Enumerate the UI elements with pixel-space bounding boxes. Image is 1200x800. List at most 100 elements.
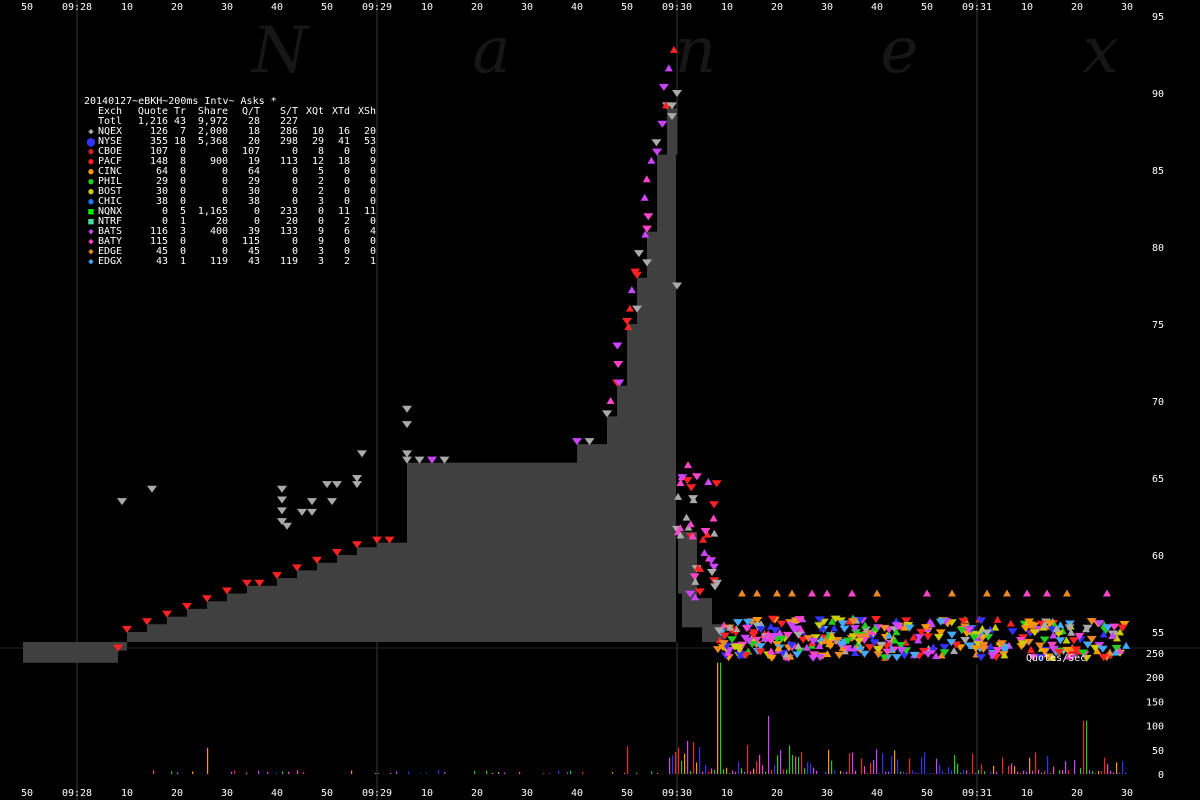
x-tick-label-bottom: 50: [621, 788, 633, 799]
volume-bar: [1020, 772, 1022, 774]
header-xqt: XQt: [305, 106, 324, 117]
volume-bar: [711, 768, 713, 774]
volume-bar: [651, 771, 653, 774]
quote-marker: [633, 250, 644, 258]
volume-bar: [894, 750, 896, 774]
volume-bar: [1089, 770, 1091, 774]
volume-bar: [882, 753, 884, 774]
volume-bar: [492, 773, 494, 774]
stat-value: 119: [279, 256, 298, 267]
volume-bar: [1017, 771, 1019, 774]
volume-bar: [1059, 770, 1061, 774]
volume-bar: [795, 756, 797, 774]
volume-bar: [1041, 772, 1043, 774]
volume-bar: [753, 768, 755, 774]
volume-bar: [231, 771, 233, 774]
quote-marker: [372, 536, 382, 544]
x-tick-label-top: 50: [321, 2, 333, 13]
volume-bar: [699, 747, 701, 774]
volume-bar: [1122, 761, 1124, 774]
volume-bar: [1119, 772, 1121, 774]
stats-header-row: Exch Quote Tr Share Q/T S/T XQt XTd XSh: [84, 107, 376, 117]
volume-bar: [942, 770, 944, 774]
volume-bar: [177, 772, 179, 774]
quotes-per-sec-label: Quotes/Sec: [1026, 653, 1087, 664]
volume-bar: [1107, 764, 1109, 774]
volume-bar: [771, 770, 773, 774]
volume-bar: [1068, 770, 1070, 774]
exchange-marker-icon: ●: [88, 197, 94, 207]
volume-bar: [192, 771, 194, 774]
quote-marker: [572, 438, 582, 446]
volume-bar: [282, 771, 284, 774]
volume-bar: [1110, 770, 1112, 774]
x-tick-label-bottom: 10: [121, 788, 133, 799]
x-tick-label-top: 09:29: [362, 2, 392, 13]
quote-marker: [709, 514, 718, 522]
exchange-marker-icon: ●: [88, 147, 94, 157]
volume-bar: [792, 754, 794, 774]
volume-bar: [927, 773, 929, 774]
volume-bar: [897, 759, 899, 774]
volume-bar: [1038, 769, 1040, 774]
stats-row-nqex: ◆ NQEX 126 7 2,000 18 286 10 16 20: [84, 127, 376, 138]
quote-marker: [925, 618, 934, 626]
volume-bar: [702, 771, 704, 774]
exchange-marker-icon: ●: [88, 167, 94, 177]
volume-bar: [687, 740, 689, 774]
volume-bar: [981, 764, 983, 774]
quote-marker: [993, 615, 1002, 623]
quote-marker: [117, 498, 127, 506]
volume-bar: [996, 771, 998, 774]
x-tick-label-bottom: 20: [771, 788, 783, 799]
quote-marker: [1103, 589, 1111, 597]
volume-bar: [1080, 768, 1082, 774]
quote-marker: [414, 456, 425, 464]
quote-marker: [352, 481, 362, 489]
volume-bar: [813, 767, 815, 774]
quote-marker: [357, 450, 367, 458]
quote-marker: [647, 156, 656, 164]
volume-bar: [732, 770, 734, 774]
quote-marker: [823, 589, 831, 597]
volume-bar: [921, 757, 923, 774]
volume-bar: [678, 747, 680, 774]
x-tick-label-bottom: 40: [571, 788, 583, 799]
x-tick-label-bottom: 20: [471, 788, 483, 799]
quote-marker: [602, 410, 612, 418]
volume-bar: [1092, 770, 1094, 774]
volume-bar: [207, 747, 209, 774]
quote-marker: [242, 579, 252, 587]
volume-bar: [807, 762, 809, 774]
volume-bar: [870, 762, 872, 774]
x-tick-label-top: 10: [721, 2, 733, 13]
volume-bar: [582, 771, 584, 774]
volume-bar: [738, 761, 740, 774]
stats-row-baty: ◆ BATY 115 0 0 115 0 9 0 0: [84, 237, 376, 248]
quote-marker: [402, 421, 412, 429]
volume-bar: [675, 752, 677, 774]
quote-marker: [923, 633, 934, 641]
volume-bar: [378, 773, 380, 774]
quote-marker: [672, 90, 682, 97]
volume-bar: [903, 771, 905, 774]
volume-tick-label: 200: [1146, 673, 1164, 684]
quote-marker: [688, 495, 699, 503]
quote-marker: [277, 507, 287, 515]
volume-bar: [672, 755, 674, 774]
volume-bar: [1095, 773, 1097, 774]
quote-marker: [307, 498, 317, 506]
quote-marker: [766, 622, 775, 630]
volume-bar: [984, 771, 986, 774]
quote-marker: [147, 485, 157, 493]
x-tick-label-bottom: 10: [1021, 788, 1033, 799]
stat-value: 1: [179, 256, 186, 267]
volume-bar: [234, 770, 236, 774]
volume-bar: [636, 772, 638, 774]
x-tick-label-top: 30: [1121, 2, 1133, 13]
volume-bar: [438, 770, 440, 774]
exchange-marker-icon: ◆: [88, 227, 94, 237]
exchange-stats-table: 20140127~eBKH~200ms Intv~ Asks * Exch Qu…: [84, 97, 376, 268]
volume-tick-label: 150: [1146, 697, 1164, 708]
volume-bar: [246, 772, 248, 774]
